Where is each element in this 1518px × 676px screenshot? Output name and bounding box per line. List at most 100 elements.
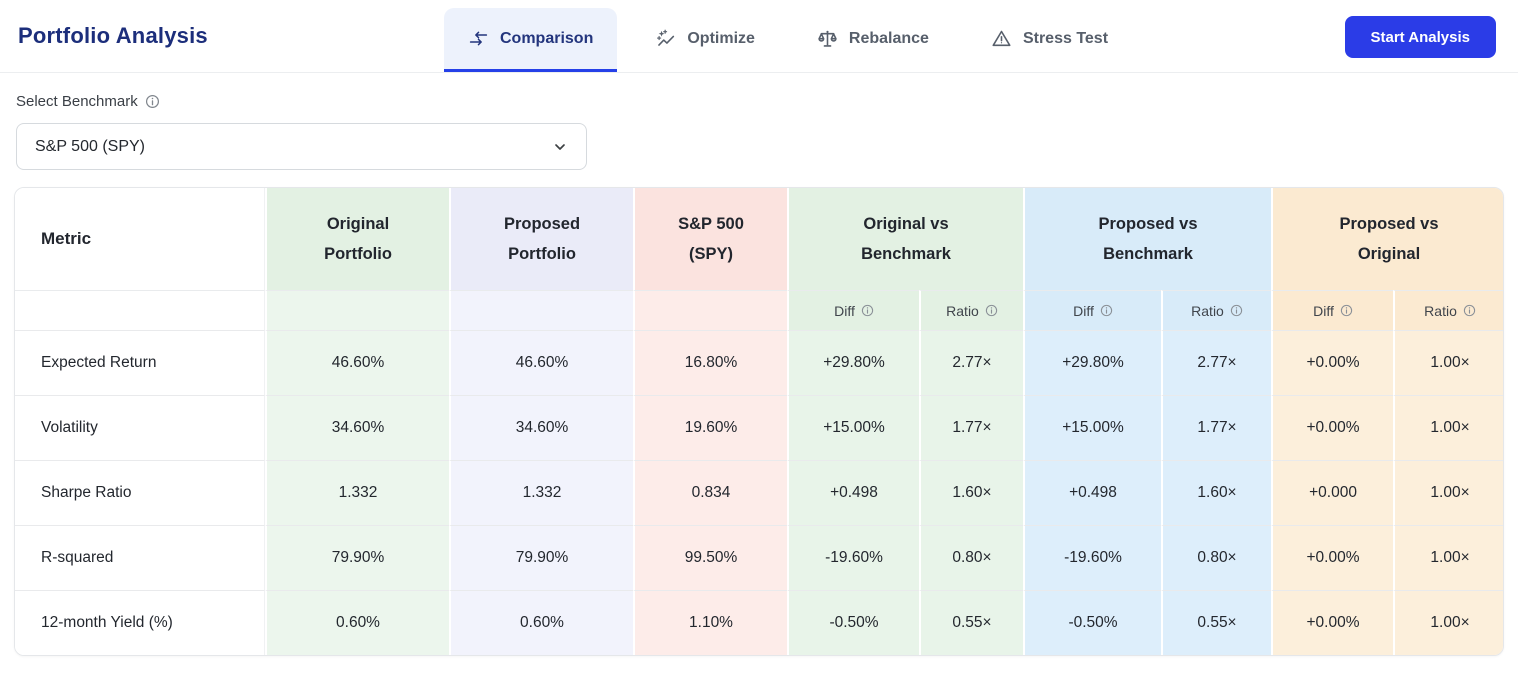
value-cell: +15.00% xyxy=(1023,395,1161,460)
value-cell: 19.60% xyxy=(633,395,787,460)
table-subheader-row: Diff Ratio Diff Ratio Diff Ratio xyxy=(15,290,1503,330)
info-icon[interactable] xyxy=(1340,304,1353,317)
value-cell: 79.90% xyxy=(449,525,633,590)
start-analysis-button[interactable]: Start Analysis xyxy=(1344,16,1496,58)
value-cell: -0.50% xyxy=(787,590,919,655)
column-header-proposed-portfolio: Proposed Portfolio xyxy=(449,188,633,290)
value-cell: 1.10% xyxy=(633,590,787,655)
chevron-down-icon xyxy=(555,143,565,150)
value-cell: 2.77× xyxy=(1161,330,1272,395)
value-cell: 0.80× xyxy=(1161,525,1272,590)
column-header-proposed-vs-original: Proposed vs Original xyxy=(1271,188,1503,290)
table-row: Sharpe Ratio 1.332 1.332 0.834 +0.498 1.… xyxy=(15,460,1503,525)
subheader-spacer xyxy=(449,290,633,330)
value-cell: 0.834 xyxy=(633,460,787,525)
column-header-benchmark: S&P 500 (SPY) xyxy=(633,188,787,290)
metric-cell: Expected Return xyxy=(15,330,265,395)
value-cell: 34.60% xyxy=(265,395,449,460)
metric-cell: Sharpe Ratio xyxy=(15,460,265,525)
benchmark-label: Select Benchmark xyxy=(16,93,138,110)
value-cell: 0.55× xyxy=(1161,590,1272,655)
value-cell: 1.60× xyxy=(1161,460,1272,525)
table-row: 12-month Yield (%) 0.60% 0.60% 1.10% -0.… xyxy=(15,590,1503,655)
value-cell: 34.60% xyxy=(449,395,633,460)
value-cell: 0.60% xyxy=(265,590,449,655)
value-cell: -19.60% xyxy=(1023,525,1161,590)
column-header-proposed-vs-benchmark: Proposed vs Benchmark xyxy=(1023,188,1272,290)
value-cell: 1.77× xyxy=(919,395,1023,460)
value-cell: 16.80% xyxy=(633,330,787,395)
subheader-pvb-ratio: Ratio xyxy=(1161,290,1272,330)
tab-stress-test[interactable]: Stress Test xyxy=(967,8,1132,72)
value-cell: 1.332 xyxy=(449,460,633,525)
value-cell: +0.498 xyxy=(787,460,919,525)
balance-scale-icon xyxy=(818,30,837,47)
page-title: Portfolio Analysis xyxy=(18,23,208,48)
value-cell: 1.00× xyxy=(1393,330,1503,395)
table-row: R-squared 79.90% 79.90% 99.50% -19.60% 0… xyxy=(15,525,1503,590)
value-cell: +0.00% xyxy=(1271,525,1394,590)
value-cell: 0.55× xyxy=(919,590,1023,655)
tab-rebalance-label: Rebalance xyxy=(848,29,929,47)
value-cell: 1.332 xyxy=(265,460,449,525)
warning-triangle-icon xyxy=(992,30,1011,47)
value-cell: 1.77× xyxy=(1161,395,1272,460)
column-header-metric: Metric xyxy=(15,188,265,290)
value-cell: 1.60× xyxy=(919,460,1023,525)
sparkles-icon xyxy=(657,29,675,46)
table-header-row: Metric Original Portfolio Proposed Portf… xyxy=(15,188,1503,290)
value-cell: 79.90% xyxy=(265,525,449,590)
subheader-ovb-ratio: Ratio xyxy=(919,290,1023,330)
subheader-spacer xyxy=(265,290,449,330)
column-header-original-vs-benchmark: Original vs Benchmark xyxy=(787,188,1023,290)
tab-bar: Comparison Optimize Rebalance Stress Tes… xyxy=(444,8,1132,72)
column-header-original-portfolio: Original Portfolio xyxy=(265,188,449,290)
compare-arrows-icon xyxy=(469,31,488,46)
value-cell: 46.60% xyxy=(265,330,449,395)
tab-comparison[interactable]: Comparison xyxy=(444,8,618,72)
subheader-metric-spacer xyxy=(15,290,265,330)
subheader-pvo-diff: Diff xyxy=(1271,290,1394,330)
value-cell: +0.00% xyxy=(1271,590,1394,655)
value-cell: 2.77× xyxy=(919,330,1023,395)
subheader-pvo-ratio: Ratio xyxy=(1393,290,1503,330)
tab-rebalance[interactable]: Rebalance xyxy=(793,8,953,72)
benchmark-label-row: Select Benchmark xyxy=(16,93,1502,110)
tab-optimize-label: Optimize xyxy=(687,29,755,47)
metric-cell: R-squared xyxy=(15,525,265,590)
value-cell: 0.60% xyxy=(449,590,633,655)
app-header: Portfolio Analysis Comparison Optimize R… xyxy=(0,0,1518,73)
tab-comparison-label: Comparison xyxy=(500,29,594,47)
info-icon[interactable] xyxy=(1100,304,1113,317)
value-cell: +0.00% xyxy=(1271,330,1394,395)
info-icon[interactable] xyxy=(1463,304,1476,317)
value-cell: +29.80% xyxy=(787,330,919,395)
info-icon[interactable] xyxy=(1230,304,1243,317)
value-cell: +0.00% xyxy=(1271,395,1394,460)
benchmark-select[interactable]: S&P 500 (SPY) xyxy=(16,123,587,170)
tab-optimize[interactable]: Optimize xyxy=(631,8,779,72)
value-cell: -19.60% xyxy=(787,525,919,590)
benchmark-section: Select Benchmark S&P 500 (SPY) xyxy=(16,93,1502,170)
info-icon[interactable] xyxy=(985,304,998,317)
subheader-spacer xyxy=(633,290,787,330)
value-cell: 1.00× xyxy=(1393,460,1503,525)
metric-cell: Volatility xyxy=(15,395,265,460)
benchmark-selected-value: S&P 500 (SPY) xyxy=(35,137,145,155)
info-icon[interactable] xyxy=(145,94,160,109)
metric-cell: 12-month Yield (%) xyxy=(15,590,265,655)
table-row: Volatility 34.60% 34.60% 19.60% +15.00% … xyxy=(15,395,1503,460)
info-icon[interactable] xyxy=(861,304,874,317)
subheader-pvb-diff: Diff xyxy=(1023,290,1161,330)
value-cell: +29.80% xyxy=(1023,330,1161,395)
subheader-ovb-diff: Diff xyxy=(787,290,919,330)
tab-stress-test-label: Stress Test xyxy=(1022,29,1109,47)
value-cell: 99.50% xyxy=(633,525,787,590)
value-cell: 1.00× xyxy=(1393,590,1503,655)
value-cell: 46.60% xyxy=(449,330,633,395)
value-cell: 1.00× xyxy=(1393,395,1503,460)
comparison-table: Metric Original Portfolio Proposed Portf… xyxy=(14,187,1504,656)
value-cell: +15.00% xyxy=(787,395,919,460)
value-cell: 1.00× xyxy=(1393,525,1503,590)
value-cell: +0.498 xyxy=(1023,460,1161,525)
